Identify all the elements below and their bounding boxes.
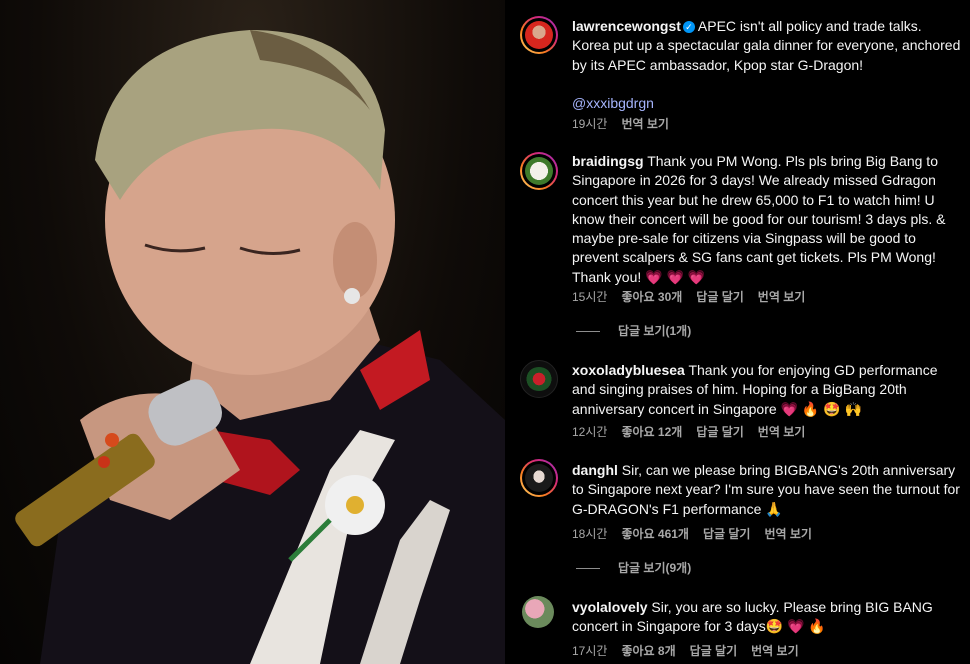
view-replies-button[interactable]: 답글 보기(9개) bbox=[576, 559, 691, 576]
verified-badge-icon: ✓ bbox=[682, 21, 695, 33]
comment-time: 15시간 bbox=[572, 290, 608, 304]
reply-button[interactable]: 답글 달기 bbox=[696, 290, 744, 304]
divider-line bbox=[576, 568, 600, 570]
comment-username[interactable]: braidingsg bbox=[572, 153, 644, 169]
comment-username[interactable]: danghl bbox=[572, 462, 618, 478]
comment-time: 18시간 bbox=[572, 527, 608, 541]
mention-link[interactable]: @xxxibgdrgn bbox=[572, 95, 654, 111]
comment-username[interactable]: xoxoladybluesea bbox=[572, 362, 685, 378]
translate-button[interactable]: 번역 보기 bbox=[621, 117, 669, 131]
translate-button[interactable]: 번역 보기 bbox=[758, 425, 806, 439]
post-username[interactable]: lawrencewongst bbox=[572, 18, 681, 34]
post-caption: lawrencewongst ✓ APEC isn't all policy and… bbox=[505, 0, 970, 140]
view-replies-button[interactable]: 답글 보기(1개) bbox=[576, 322, 691, 339]
avatar[interactable] bbox=[520, 16, 558, 54]
avatar[interactable] bbox=[520, 360, 558, 398]
comments-panel: lawrencewongst ✓ APEC isn't all policy and… bbox=[505, 0, 970, 664]
comment-time: 12시간 bbox=[572, 425, 608, 439]
comment-text: braidingsg Thank you PM Wong. Pls pls br… bbox=[572, 152, 962, 287]
view-replies-label: 답글 보기(9개) bbox=[618, 561, 692, 575]
likes-count[interactable]: 좋아요 8개 bbox=[621, 644, 675, 658]
comment-meta: 18시간 좋아요 461개 답글 달기 번역 보기 bbox=[572, 525, 826, 542]
translate-button[interactable]: 번역 보기 bbox=[764, 527, 812, 541]
translate-button[interactable]: 번역 보기 bbox=[758, 290, 806, 304]
reply-button[interactable]: 답글 달기 bbox=[690, 644, 738, 658]
comment-body: Thank you PM Wong. Pls pls bring Big Ban… bbox=[572, 153, 946, 285]
post-photo[interactable] bbox=[0, 0, 505, 664]
avatar[interactable] bbox=[520, 459, 558, 497]
view-replies-label: 답글 보기(1개) bbox=[618, 324, 692, 338]
post-meta: 19시간 번역 보기 bbox=[572, 115, 683, 132]
divider-line bbox=[576, 331, 600, 333]
comment-text: xoxoladybluesea Thank you for enjoying G… bbox=[572, 361, 962, 419]
likes-count[interactable]: 좋아요 461개 bbox=[621, 527, 689, 541]
likes-count[interactable]: 좋아요 30개 bbox=[621, 290, 682, 304]
comment-time: 17시간 bbox=[572, 644, 608, 658]
post-time: 19시간 bbox=[572, 117, 608, 131]
comment-text: vyolalovely Sir, you are so lucky. Pleas… bbox=[572, 598, 962, 637]
comment-username[interactable]: vyolalovely bbox=[572, 599, 648, 615]
comment-meta: 17시간 좋아요 8개 답글 달기 번역 보기 bbox=[572, 642, 813, 659]
reply-button[interactable]: 답글 달기 bbox=[703, 527, 751, 541]
comment-meta: 12시간 좋아요 12개 답글 달기 번역 보기 bbox=[572, 423, 819, 440]
comment-text: danghl Sir, can we please bring BIGBANG'… bbox=[572, 461, 962, 519]
avatar[interactable] bbox=[520, 152, 558, 190]
comment-meta: 15시간 좋아요 30개 답글 달기 번역 보기 bbox=[572, 288, 819, 305]
likes-count[interactable]: 좋아요 12개 bbox=[621, 425, 682, 439]
avatar[interactable] bbox=[522, 596, 554, 628]
translate-button[interactable]: 번역 보기 bbox=[751, 644, 799, 658]
reply-button[interactable]: 답글 달기 bbox=[696, 425, 744, 439]
comment-body: Sir, can we please bring BIGBANG's 20th … bbox=[572, 462, 960, 517]
caption-text: lawrencewongst ✓ APEC isn't all policy and… bbox=[572, 17, 962, 113]
photo-illustration bbox=[15, 30, 505, 664]
